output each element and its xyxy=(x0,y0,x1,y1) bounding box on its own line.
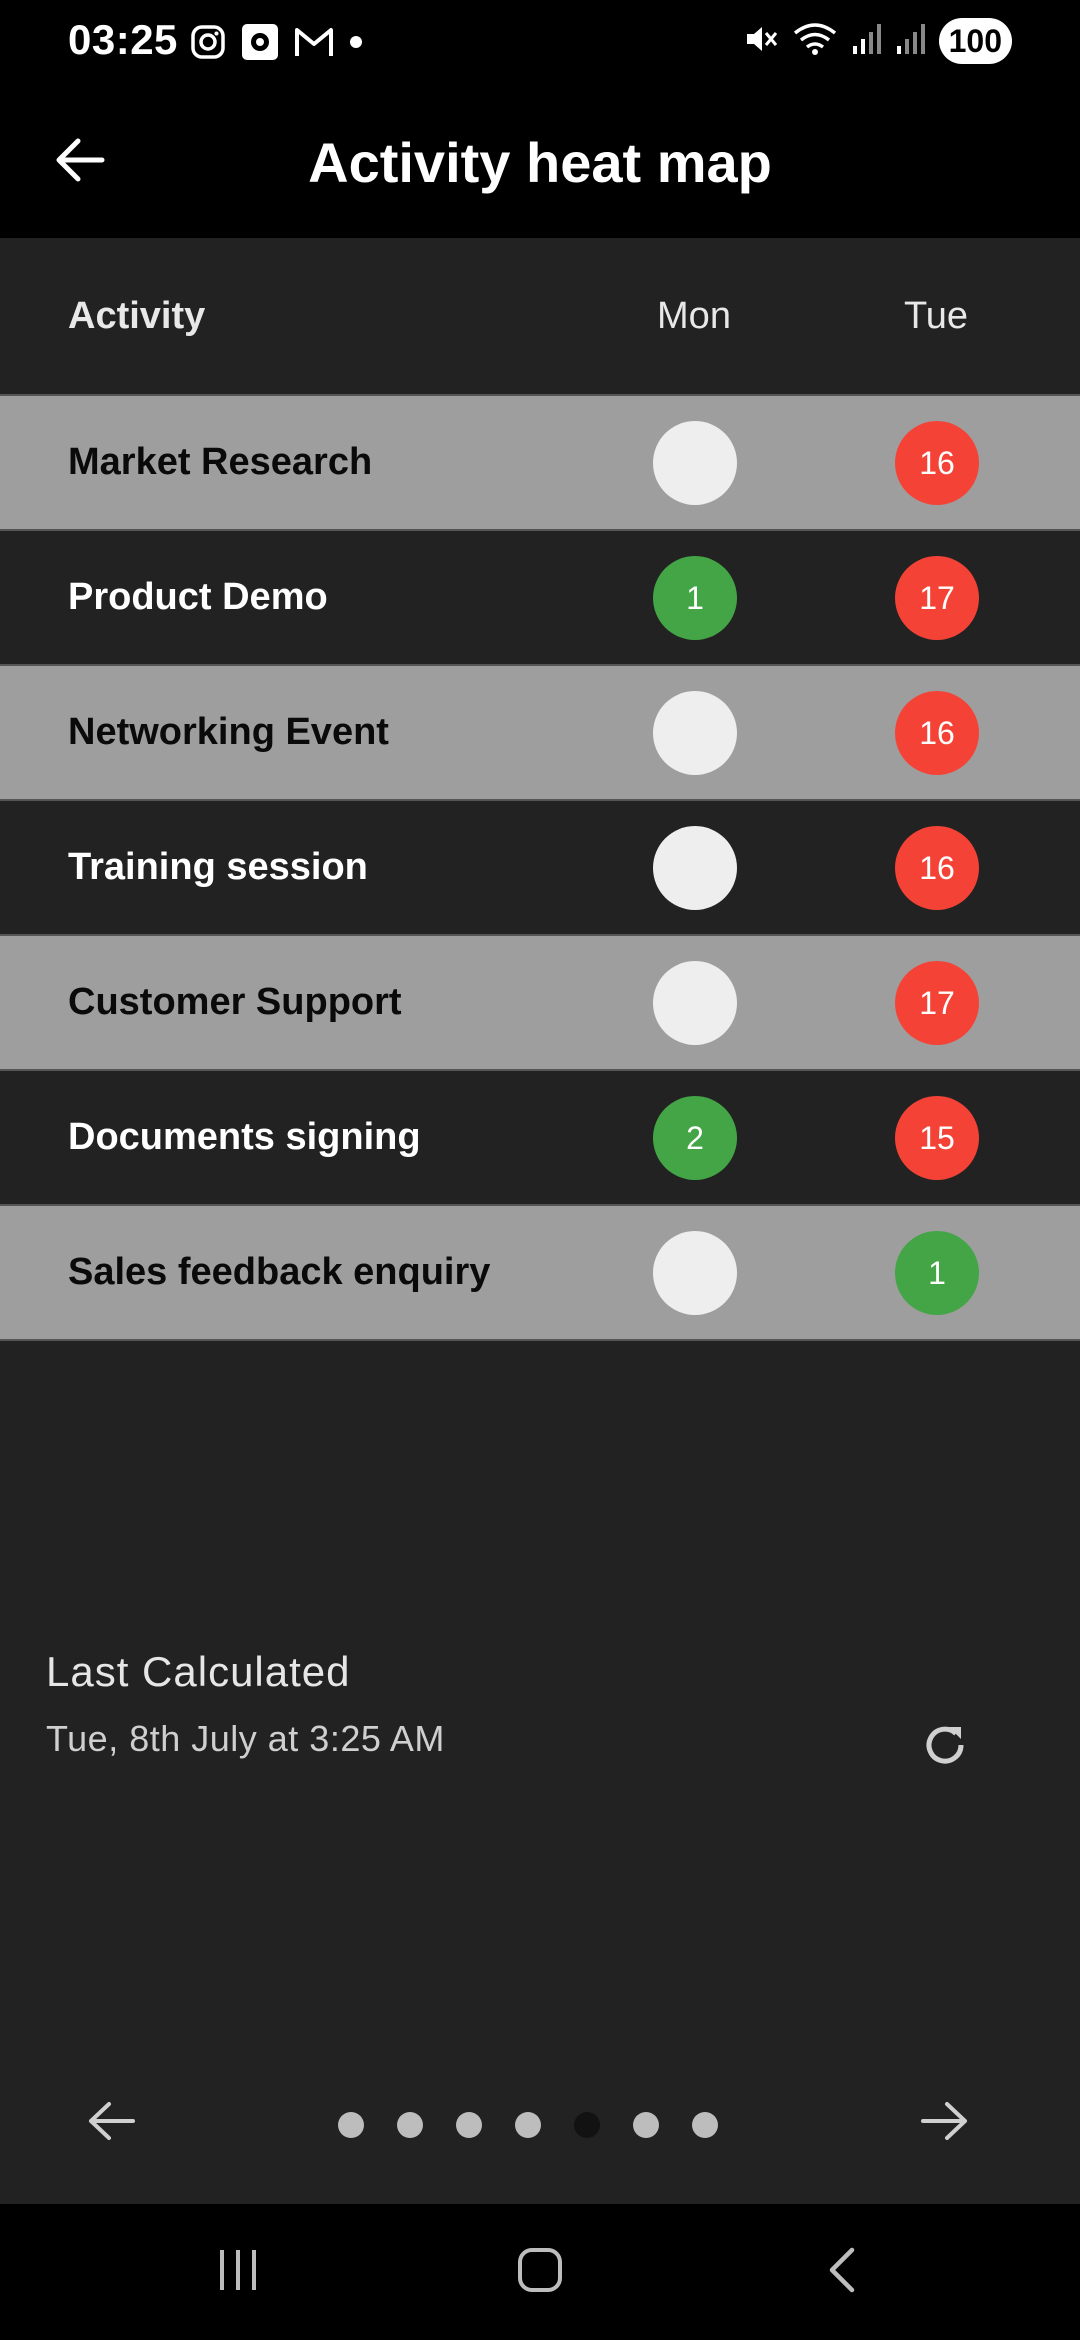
system-navigation-bar xyxy=(0,2204,1080,2340)
wifi-icon xyxy=(791,21,839,62)
heat-map-panel: Activity Mon Tue Market Research 16 Prod… xyxy=(0,238,1080,2204)
activity-label: Product Demo xyxy=(68,576,328,618)
table-row[interactable]: Training session 16 xyxy=(0,801,1080,936)
table-row[interactable]: Documents signing 2 15 xyxy=(0,1071,1080,1206)
gmail-icon xyxy=(294,25,334,64)
last-calculated-time: Tue, 8th July at 3:25 AM xyxy=(46,1718,445,1759)
refresh-icon xyxy=(919,1719,971,1776)
page-dot[interactable] xyxy=(397,2112,423,2138)
mon-count-badge xyxy=(653,826,737,910)
next-page-button[interactable] xyxy=(910,2088,980,2158)
mon-count-badge xyxy=(653,1231,737,1315)
arrow-left-icon xyxy=(85,2098,137,2149)
system-back-button[interactable] xyxy=(802,2240,882,2304)
activity-label: Market Research xyxy=(68,441,373,483)
tue-count-badge: 17 xyxy=(895,961,979,1045)
table-row[interactable]: Networking Event 16 xyxy=(0,666,1080,801)
column-header-mon: Mon xyxy=(657,294,731,337)
activity-label: Customer Support xyxy=(68,981,402,1023)
back-icon xyxy=(824,2246,860,2299)
page-dot[interactable] xyxy=(692,2112,718,2138)
camera-icon xyxy=(240,22,280,67)
previous-page-button[interactable] xyxy=(76,2088,146,2158)
page-dot[interactable] xyxy=(515,2112,541,2138)
page-dot-active[interactable] xyxy=(574,2112,600,2138)
home-button[interactable] xyxy=(500,2240,580,2304)
home-icon xyxy=(516,2246,564,2299)
column-header-tue: Tue xyxy=(903,294,969,337)
signal-icon xyxy=(895,22,927,61)
tue-count-badge: 16 xyxy=(895,826,979,910)
tue-count-badge: 16 xyxy=(895,421,979,505)
status-bar: 03:25 100 xyxy=(0,0,1080,86)
mon-count-badge xyxy=(653,421,737,505)
mon-count-badge xyxy=(653,691,737,775)
page-indicator xyxy=(338,2112,718,2138)
status-right: 100 xyxy=(743,18,1012,64)
status-time: 03:25 xyxy=(68,16,178,63)
activity-label: Documents signing xyxy=(68,1116,421,1158)
page-dot[interactable] xyxy=(338,2112,364,2138)
notification-icons xyxy=(190,22,364,67)
table-row[interactable]: Market Research 16 xyxy=(0,396,1080,531)
table-row[interactable]: Sales feedback enquiry 1 xyxy=(0,1206,1080,1341)
battery-indicator: 100 xyxy=(938,18,1012,64)
signal-icon xyxy=(851,22,883,61)
tue-count-badge: 15 xyxy=(895,1096,979,1180)
mon-count-badge: 1 xyxy=(653,556,737,640)
table-row[interactable]: Customer Support 17 xyxy=(0,936,1080,1071)
mon-count-badge: 2 xyxy=(653,1096,737,1180)
tue-count-badge: 16 xyxy=(895,691,979,775)
column-header-activity: Activity xyxy=(68,294,206,337)
activity-label: Networking Event xyxy=(68,711,389,753)
table-row[interactable]: Product Demo 1 17 xyxy=(0,531,1080,666)
app-bar: Activity heat map xyxy=(0,86,1080,238)
mon-count-badge xyxy=(653,961,737,1045)
page-title: Activity heat map xyxy=(308,131,772,194)
activity-label: Training session xyxy=(68,846,368,888)
tue-count-badge: 17 xyxy=(895,556,979,640)
refresh-button[interactable] xyxy=(910,1712,980,1782)
table-header: Activity Mon Tue xyxy=(0,238,1080,396)
page-dot[interactable] xyxy=(633,2112,659,2138)
page-dot[interactable] xyxy=(456,2112,482,2138)
recents-icon xyxy=(214,2248,262,2297)
mute-icon xyxy=(743,21,779,62)
arrow-right-icon xyxy=(919,2098,971,2149)
instagram-icon xyxy=(190,24,226,65)
tue-count-badge: 1 xyxy=(895,1231,979,1315)
dot-icon xyxy=(348,34,364,55)
last-calculated-label: Last Calculated xyxy=(46,1648,351,1695)
recents-button[interactable] xyxy=(198,2240,278,2304)
activity-label: Sales feedback enquiry xyxy=(68,1251,491,1293)
pager xyxy=(0,2084,1080,2164)
